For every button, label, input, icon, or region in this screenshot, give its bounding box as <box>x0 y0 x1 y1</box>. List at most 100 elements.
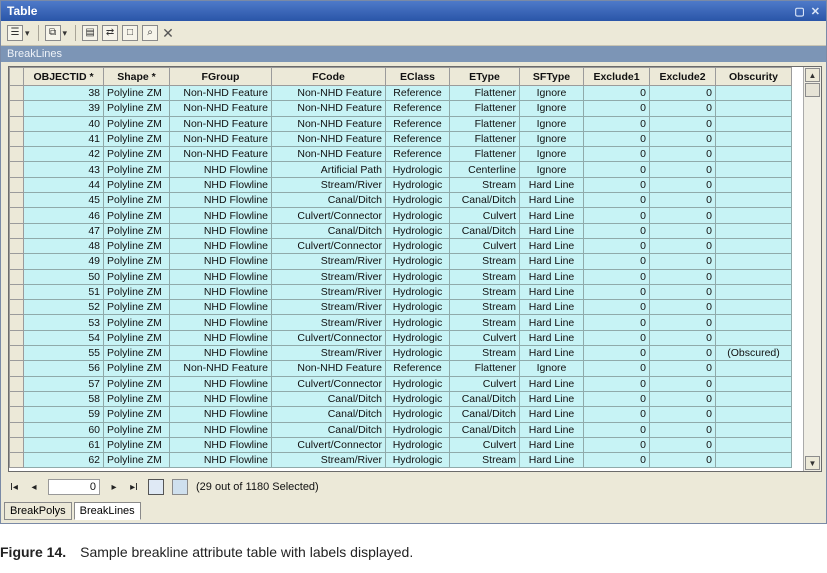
column-header[interactable]: OBJECTID * <box>23 67 104 86</box>
row-selector[interactable] <box>9 360 24 377</box>
table-row[interactable]: 45 Polyline ZM NHD Flowline Canal/Ditch Hydr… <box>9 192 792 209</box>
table-cell[interactable]: Artificial Path <box>271 161 386 178</box>
table-cell[interactable] <box>715 375 792 392</box>
table-cell[interactable]: Hydrologic <box>385 237 450 255</box>
table-cell[interactable] <box>715 237 792 255</box>
table-cell[interactable]: NHD Flowline <box>169 452 272 469</box>
table-cell[interactable]: Hydrologic <box>385 421 450 438</box>
table-cell[interactable]: Hydrologic <box>385 253 450 270</box>
table-row[interactable]: 54 Polyline ZM NHD Flowline Culvert/Connect… <box>9 329 792 347</box>
table-cell[interactable]: Culvert <box>449 436 520 454</box>
table-cell[interactable]: 0 <box>583 161 650 178</box>
table-cell[interactable]: Hard Line <box>519 421 584 438</box>
table-cell[interactable]: Hydrologic <box>385 283 450 301</box>
table-cell[interactable]: 56 <box>23 360 104 377</box>
table-cell[interactable]: 51 <box>23 283 104 301</box>
table-row[interactable]: 55 Polyline ZM NHD Flowline Stream/River Hyd… <box>9 345 792 362</box>
table-row[interactable]: 48 Polyline ZM NHD Flowline Culvert/Connect… <box>9 237 792 255</box>
column-header[interactable]: Shape * <box>103 67 170 86</box>
select-by-attributes-icon[interactable]: ▤ <box>82 25 99 41</box>
table-cell[interactable]: Ignore <box>519 130 584 148</box>
table-cell[interactable] <box>715 146 792 163</box>
column-header[interactable]: EClass <box>385 67 450 86</box>
table-options-icon[interactable]: ☰ <box>7 25 23 41</box>
table-cell[interactable]: 0 <box>649 176 716 194</box>
table-cell[interactable]: 0 <box>649 130 716 148</box>
table-cell[interactable]: Non-NHD Feature <box>271 360 386 377</box>
table-cell[interactable]: Polyline ZM <box>103 253 170 270</box>
table-cell[interactable]: Stream/River <box>271 345 386 362</box>
column-header[interactable]: FGroup <box>169 67 272 86</box>
table-cell[interactable]: Hydrologic <box>385 436 450 454</box>
next-record-icon[interactable]: ▸ <box>108 482 120 493</box>
column-header[interactable]: Obscurity <box>715 67 792 86</box>
table-cell[interactable]: 0 <box>583 253 650 270</box>
table-cell[interactable]: Stream/River <box>271 253 386 270</box>
table-row[interactable]: 44 Polyline ZM NHD Flowline Stream/River Hyd… <box>9 176 792 194</box>
table-cell[interactable]: 38 <box>23 84 104 102</box>
table-cell[interactable]: 0 <box>649 268 716 285</box>
table-cell[interactable]: 0 <box>583 299 650 316</box>
table-cell[interactable]: Hard Line <box>519 390 584 408</box>
table-cell[interactable]: 0 <box>649 421 716 438</box>
table-cell[interactable]: NHD Flowline <box>169 329 272 347</box>
column-header[interactable]: Exclude1 <box>583 67 650 86</box>
table-cell[interactable]: Hard Line <box>519 299 584 316</box>
table-cell[interactable]: NHD Flowline <box>169 237 272 255</box>
table-cell[interactable]: Polyline ZM <box>103 436 170 454</box>
table-cell[interactable] <box>715 421 792 438</box>
table-cell[interactable] <box>715 253 792 270</box>
table-cell[interactable]: Polyline ZM <box>103 299 170 316</box>
table-cell[interactable]: 0 <box>583 84 650 102</box>
table-cell[interactable]: Hard Line <box>519 452 584 469</box>
table-cell[interactable] <box>715 436 792 454</box>
table-cell[interactable]: 0 <box>649 360 716 377</box>
table-cell[interactable]: NHD Flowline <box>169 222 272 239</box>
table-cell[interactable]: Non-NHD Feature <box>271 130 386 148</box>
show-all-records-icon[interactable] <box>148 479 164 495</box>
table-row[interactable]: 47 Polyline ZM NHD Flowline Canal/Ditch Hydr… <box>9 222 792 239</box>
clear-selection-icon[interactable]: □ <box>122 25 139 41</box>
table-cell[interactable]: Polyline ZM <box>103 390 170 408</box>
table-cell[interactable]: 0 <box>649 299 716 316</box>
table-row[interactable]: 58 Polyline ZM NHD Flowline Canal/Ditch Hydr… <box>9 390 792 408</box>
table-cell[interactable]: Canal/Ditch <box>449 421 520 438</box>
table-cell[interactable]: Canal/Ditch <box>449 390 520 408</box>
table-cell[interactable]: 50 <box>23 268 104 285</box>
table-cell[interactable]: Reference <box>385 360 450 377</box>
table-cell[interactable]: 0 <box>583 207 650 224</box>
table-cell[interactable]: Hydrologic <box>385 176 450 194</box>
row-selector[interactable] <box>9 100 24 117</box>
table-cell[interactable]: 45 <box>23 192 104 209</box>
table-cell[interactable]: 0 <box>583 192 650 209</box>
table-cell[interactable]: Hydrologic <box>385 345 450 362</box>
row-selector[interactable] <box>9 436 24 454</box>
scroll-thumb[interactable] <box>805 83 820 97</box>
row-selector[interactable] <box>9 283 24 301</box>
table-cell[interactable]: Stream <box>449 452 520 469</box>
table-cell[interactable]: 0 <box>649 314 716 331</box>
table-cell[interactable]: Stream <box>449 176 520 194</box>
column-header[interactable]: SFType <box>519 67 584 86</box>
table-cell[interactable]: Flattener <box>449 84 520 102</box>
table-cell[interactable]: 0 <box>583 130 650 148</box>
table-cell[interactable]: 0 <box>649 375 716 392</box>
table-cell[interactable]: 0 <box>583 146 650 163</box>
table-cell[interactable]: 47 <box>23 222 104 239</box>
table-cell[interactable]: Polyline ZM <box>103 452 170 469</box>
row-selector[interactable] <box>9 421 24 438</box>
table-cell[interactable]: Polyline ZM <box>103 329 170 347</box>
row-selector[interactable] <box>9 222 24 239</box>
table-row[interactable]: 41 Polyline ZM Non-NHD Feature Non-NHD Feat… <box>9 130 792 148</box>
table-cell[interactable]: Hard Line <box>519 314 584 331</box>
table-cell[interactable]: 39 <box>23 100 104 117</box>
table-cell[interactable]: 0 <box>649 146 716 163</box>
table-cell[interactable]: Non-NHD Feature <box>271 146 386 163</box>
table-cell[interactable]: Polyline ZM <box>103 207 170 224</box>
row-selector[interactable] <box>9 84 24 102</box>
table-cell[interactable] <box>715 115 792 132</box>
table-cell[interactable]: Hydrologic <box>385 299 450 316</box>
table-cell[interactable]: Culvert <box>449 237 520 255</box>
table-cell[interactable] <box>715 100 792 117</box>
table-cell[interactable]: Hard Line <box>519 192 584 209</box>
